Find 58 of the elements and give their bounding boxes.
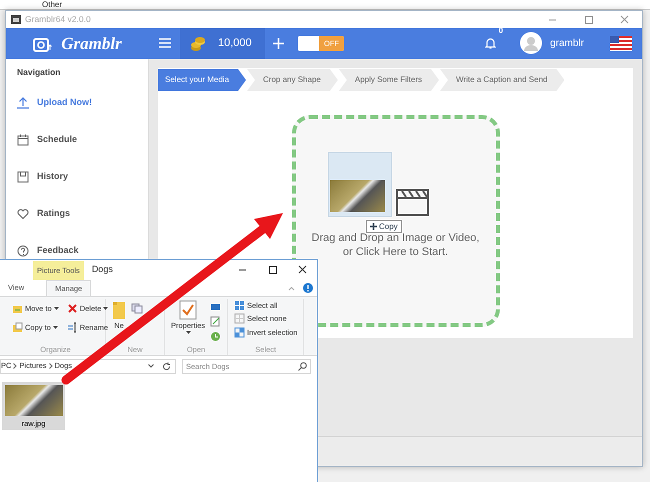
upload-icon [17, 96, 29, 109]
plus-icon [273, 38, 284, 49]
close-icon [296, 265, 308, 275]
username: gramblr [550, 36, 584, 51]
window-title: Dogs [92, 263, 113, 276]
nav-item[interactable]: History [17, 170, 68, 183]
heart-icon [17, 208, 29, 220]
nav-item[interactable]: Ratings [17, 208, 70, 220]
grid-icon [234, 300, 245, 312]
app-icon [11, 15, 21, 24]
calendar-icon [17, 134, 29, 146]
search-icon [298, 362, 307, 370]
move-icon [12, 303, 23, 314]
sidebar-heading: Navigation [17, 66, 62, 79]
wizard-step[interactable]: Crop any Shape [247, 69, 338, 91]
bell-icon [485, 37, 496, 50]
drop-zone-text: Drag and Drop an Image or Video, [312, 231, 480, 245]
menu-icon [159, 38, 171, 48]
photo-placeholder [4, 385, 62, 416]
new-item-icon [131, 303, 143, 314]
nav-item[interactable]: Schedule [17, 134, 78, 146]
maximize-icon [266, 265, 278, 275]
history-icon [210, 331, 222, 342]
flag-icon [610, 36, 632, 51]
photo-placeholder [330, 180, 385, 212]
copy-icon [12, 322, 23, 334]
delete-icon [66, 303, 78, 314]
maximize-icon [582, 14, 594, 24]
open-icon [210, 303, 222, 312]
camera-icon [33, 36, 54, 52]
window-title: Other [42, 0, 62, 9]
clapperboard-icon [396, 186, 429, 216]
window-title: Gramblr64 v2.0.0 [25, 13, 91, 26]
wizard-step[interactable]: Apply Some Filters [338, 69, 439, 91]
grid-icon [234, 326, 245, 338]
drop-zone-text: or Click Here to Start. [342, 245, 448, 259]
tooltip-text: Copy [379, 220, 398, 232]
caret-icon[interactable] [148, 364, 154, 368]
wizard-step[interactable]: Select your Media [158, 69, 246, 91]
save-icon [17, 170, 29, 183]
avatar-icon [520, 32, 542, 54]
plus-icon [370, 223, 377, 230]
nav-item[interactable]: Feedback [17, 244, 79, 257]
grid-icon [234, 313, 245, 324]
properties-icon [179, 300, 198, 320]
app-logo: Gramblr [61, 32, 122, 55]
coins-icon [190, 36, 206, 52]
refresh-icon[interactable] [162, 362, 171, 370]
wizard-step[interactable]: Write a Caption and Send [440, 69, 564, 91]
nav-item[interactable]: Upload Now! [17, 96, 92, 109]
chevron-up-icon[interactable] [288, 286, 295, 290]
chevron-right-icon [48, 363, 53, 369]
chevron-right-icon [13, 363, 18, 369]
rename-icon [66, 322, 78, 334]
coin-balance: 10,000 [218, 36, 252, 52]
edit-icon [210, 316, 222, 327]
folder-icon [112, 300, 126, 320]
close-icon [618, 14, 630, 24]
